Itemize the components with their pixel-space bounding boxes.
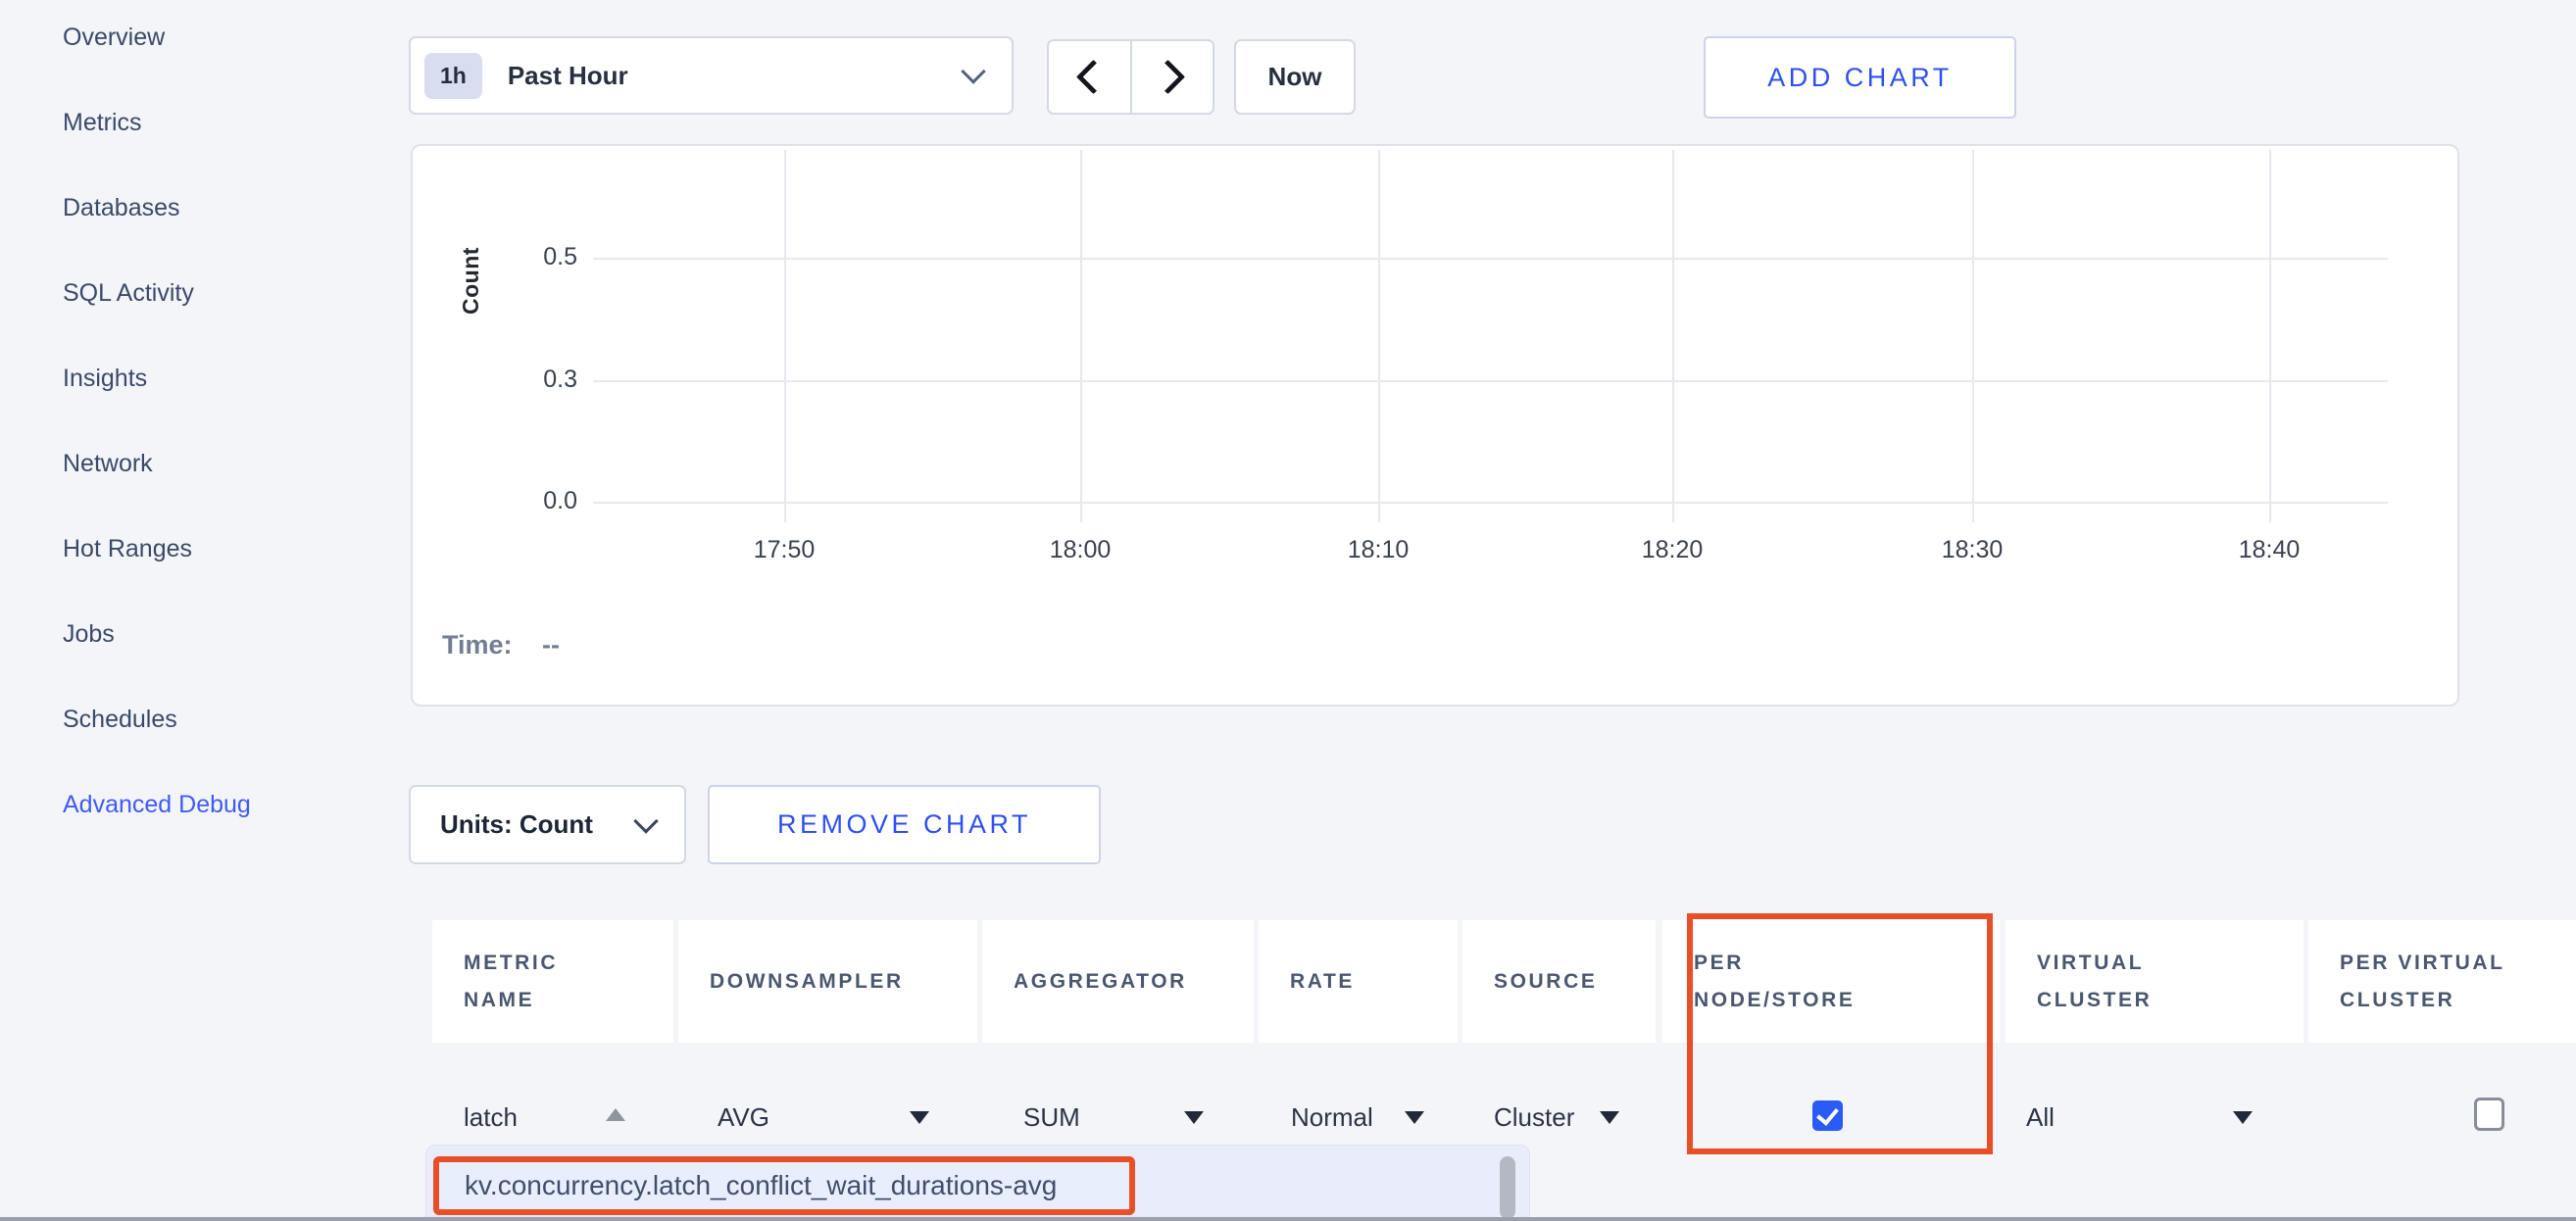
y-axis-label: Count xyxy=(458,247,484,315)
header-label: PER VIRTUAL CLUSTER xyxy=(2340,945,2505,1019)
sort-up-icon[interactable] xyxy=(606,1108,625,1121)
header-virtual-cluster: VIRTUAL CLUSTER xyxy=(2006,920,2304,1043)
add-chart-button[interactable]: ADD CHART xyxy=(1704,36,2016,119)
sidebar-item-jobs[interactable]: Jobs xyxy=(63,617,115,651)
chevron-down-icon xyxy=(633,808,658,833)
source-select[interactable]: Cluster xyxy=(1494,1099,1574,1135)
header-downsampler: DOWNSAMPLER xyxy=(678,920,977,1043)
sidebar-item-metrics[interactable]: Metrics xyxy=(63,106,142,139)
y-tick-label: 0.5 xyxy=(509,243,577,271)
header-label: PER NODE/STORE xyxy=(1694,945,1855,1019)
x-tick-label: 18:20 xyxy=(1604,536,1741,564)
chart-panel: Count 0.5 0.3 0.0 17:50 18:00 18:10 18:2… xyxy=(411,144,2459,707)
x-tick-label: 17:50 xyxy=(716,536,853,564)
prev-time-button[interactable] xyxy=(1049,41,1130,113)
sidebar-item-advanced-debug[interactable]: Advanced Debug xyxy=(63,788,251,821)
triangle-down-icon[interactable] xyxy=(1184,1111,1204,1124)
header-metric-name: METRIC NAME xyxy=(432,920,673,1043)
units-dropdown[interactable]: Units: Count xyxy=(409,785,686,864)
header-label: METRIC NAME xyxy=(464,945,558,1019)
check-icon xyxy=(1816,1102,1839,1126)
header-per-node-store: PER NODE/STORE xyxy=(1662,920,2000,1043)
header-source: SOURCE xyxy=(1462,920,1656,1043)
metric-suggestion-item[interactable]: kv.concurrency.latch_conflict_wait_durat… xyxy=(433,1156,1135,1215)
triangle-down-icon[interactable] xyxy=(2233,1111,2253,1124)
time-range-badge: 1h xyxy=(424,53,482,99)
triangle-down-icon[interactable] xyxy=(910,1111,929,1124)
per-virtual-cluster-checkbox[interactable] xyxy=(2474,1098,2504,1131)
sidebar-item-schedules[interactable]: Schedules xyxy=(63,703,177,736)
custom-chart-page: Overview Metrics Databases SQL Activity … xyxy=(0,0,2576,1221)
triangle-down-icon[interactable] xyxy=(1405,1111,1424,1124)
dropdown-scrollbar[interactable] xyxy=(1500,1156,1515,1219)
sidebar-item-sql-activity[interactable]: SQL Activity xyxy=(63,276,194,310)
sidebar-item-hot-ranges[interactable]: Hot Ranges xyxy=(63,532,192,565)
metric-name-input[interactable]: latch xyxy=(464,1099,518,1135)
header-per-virtual-cluster: PER VIRTUAL CLUSTER xyxy=(2308,920,2576,1043)
header-label: RATE xyxy=(1290,963,1355,1001)
x-tick-label: 18:00 xyxy=(1012,536,1149,564)
arrow-left-icon xyxy=(1076,60,1111,94)
aggregator-select[interactable]: SUM xyxy=(1023,1099,1080,1135)
triangle-down-icon[interactable] xyxy=(1600,1111,1619,1124)
chart-plot-area[interactable] xyxy=(593,150,2388,522)
remove-chart-button[interactable]: REMOVE CHART xyxy=(708,785,1101,864)
header-rate: RATE xyxy=(1259,920,1458,1043)
downsampler-select[interactable]: AVG xyxy=(718,1099,769,1135)
header-aggregator: AGGREGATOR xyxy=(982,920,1254,1043)
y-tick-label: 0.3 xyxy=(509,366,577,394)
sidebar-item-insights[interactable]: Insights xyxy=(63,362,147,395)
hover-time-value: -- xyxy=(542,630,560,660)
screen-bottom-edge xyxy=(0,1217,2576,1221)
arrow-right-icon xyxy=(1151,60,1185,94)
x-tick-label: 18:10 xyxy=(1310,536,1447,564)
header-label: AGGREGATOR xyxy=(1014,963,1187,1001)
rate-select[interactable]: Normal xyxy=(1291,1099,1373,1135)
x-tick-label: 18:40 xyxy=(2201,536,2338,564)
time-range-label: Past Hour xyxy=(508,61,965,91)
now-button[interactable]: Now xyxy=(1234,39,1356,115)
per-node-store-checkbox[interactable] xyxy=(1812,1100,1843,1131)
time-range-picker[interactable]: 1h Past Hour xyxy=(409,36,1014,115)
time-step-buttons xyxy=(1047,39,1214,115)
header-label: DOWNSAMPLER xyxy=(710,963,904,1001)
y-tick-label: 0.0 xyxy=(509,487,577,515)
chevron-down-icon xyxy=(961,59,985,83)
virtual-cluster-select[interactable]: All xyxy=(2026,1099,2055,1135)
sidebar-item-overview[interactable]: Overview xyxy=(63,21,165,54)
x-tick-label: 18:30 xyxy=(1904,536,2041,564)
header-label: VIRTUAL CLUSTER xyxy=(2037,945,2152,1019)
hover-time-label: Time: xyxy=(442,630,513,660)
sidebar-item-network[interactable]: Network xyxy=(63,447,153,480)
header-label: SOURCE xyxy=(1494,963,1597,1001)
sidebar-item-databases[interactable]: Databases xyxy=(63,191,180,224)
units-dropdown-label: Units: Count xyxy=(440,809,637,840)
next-time-button[interactable] xyxy=(1130,41,1214,113)
